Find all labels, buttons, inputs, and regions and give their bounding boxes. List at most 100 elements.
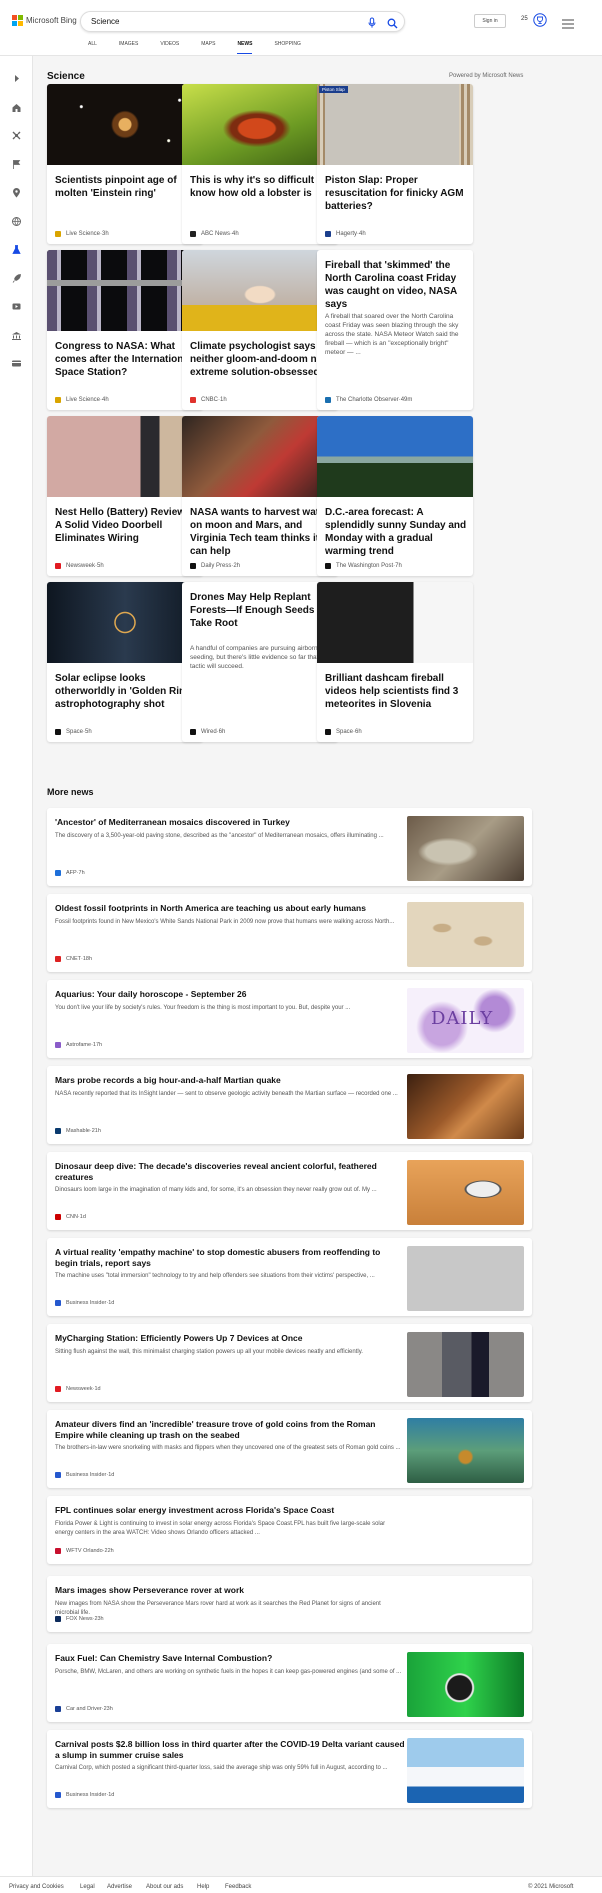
news-list-image[interactable] [407,816,524,881]
news-list-title[interactable]: Aquarius: Your daily horoscope - Septemb… [55,989,405,1000]
news-card-title[interactable]: Brilliant dashcam fireball videos help s… [325,672,467,711]
news-card-source[interactable]: Space · 6h [325,729,362,735]
news-card-title[interactable]: Drones May Help Replant Forests—If Enoug… [190,591,332,630]
footer-link[interactable]: Advertise [107,1884,132,1890]
news-card-image[interactable] [317,84,473,165]
news-list-source[interactable]: Astrofame · 17h [55,1042,102,1048]
chevron-right-icon[interactable] [11,71,22,82]
bank-icon[interactable] [11,328,22,340]
news-list-source[interactable]: CNN · 1d [55,1214,86,1220]
news-list-source[interactable]: WFTV Orlando · 22h [55,1548,114,1554]
news-list-source[interactable]: AFP · 7h [55,870,85,876]
news-card[interactable]: Solar eclipse looks otherworldly in 'Gol… [47,582,203,742]
tab-news[interactable]: NEWS [237,41,253,54]
news-list-item[interactable]: 'Ancestor' of Mediterranean mosaics disc… [47,808,532,886]
news-card-title[interactable]: D.C.-area forecast: A splendidly sunny S… [325,506,467,558]
news-card-title[interactable]: Nest Hello (Battery) Review: A Solid Vid… [55,506,197,545]
news-card-image[interactable] [317,582,473,663]
news-list-title[interactable]: 'Ancestor' of Mediterranean mosaics disc… [55,817,405,828]
news-card-title[interactable]: Climate psychologist says neither gloom-… [190,340,332,379]
news-card-title[interactable]: NASA wants to harvest water on moon and … [190,506,332,558]
news-list-image[interactable] [407,1160,524,1225]
news-card[interactable]: Climate psychologist says neither gloom-… [182,250,338,410]
footer-link[interactable]: Help [197,1884,209,1890]
news-card-source[interactable]: The Charlotte Observer · 49m [325,397,412,403]
news-list-image[interactable] [407,1246,524,1311]
news-card-title[interactable]: This is why it's so difficult to know ho… [190,174,332,200]
news-card[interactable]: This is why it's so difficult to know ho… [182,84,338,244]
news-card-source[interactable]: Newsweek · 5h [55,563,104,569]
rewards-trophy-icon[interactable] [533,13,547,32]
news-list-title[interactable]: Amateur divers find an 'incredible' trea… [55,1419,405,1441]
news-list-source[interactable]: CNET · 18h [55,956,92,962]
news-card[interactable]: Scientists pinpoint age of molten 'Einst… [47,84,203,244]
news-card[interactable]: Nest Hello (Battery) Review: A Solid Vid… [47,416,203,576]
news-card-source[interactable]: Wired · 6h [190,729,225,735]
footer-link[interactable]: About our ads [146,1884,183,1890]
news-card[interactable]: Congress to NASA: What comes after the I… [47,250,203,410]
news-list-title[interactable]: Oldest fossil footprints in North Americ… [55,903,405,914]
news-card-image[interactable] [317,416,473,497]
news-list-source[interactable]: Business Insider · 1d [55,1300,114,1306]
footer-link[interactable]: Privacy and Cookies [9,1884,64,1890]
news-card-image[interactable] [47,84,203,165]
news-list-title[interactable]: Faux Fuel: Can Chemistry Save Internal C… [55,1653,405,1664]
news-list-source[interactable]: Business Insider · 1d [55,1792,114,1798]
news-card[interactable]: Fireball that 'skimmed' the North Caroli… [317,250,473,410]
news-list-title[interactable]: FPL continues solar energy investment ac… [55,1505,405,1516]
news-list-title[interactable]: Mars probe records a big hour-and-a-half… [55,1075,405,1086]
news-card[interactable]: D.C.-area forecast: A splendidly sunny S… [317,416,473,576]
news-list-item[interactable]: MyCharging Station: Efficiently Powers U… [47,1324,532,1402]
microphone-icon[interactable] [367,16,377,34]
news-list-title[interactable]: Dinosaur deep dive: The decade's discove… [55,1161,405,1183]
news-list-image[interactable] [407,1652,524,1717]
search-box[interactable]: Science [80,11,405,32]
news-card-image[interactable] [47,250,203,331]
news-card-source[interactable]: Hagerty · 4h [325,231,366,237]
news-list-source[interactable]: Newsweek · 1d [55,1386,101,1392]
bing-logo[interactable]: Microsoft Bing [12,15,77,26]
news-card-source[interactable]: CNBC · 1h [190,397,227,403]
news-list-item[interactable]: Oldest fossil footprints in North Americ… [47,894,532,972]
news-card-image[interactable] [47,416,203,497]
footer-link[interactable]: Feedback [225,1884,251,1890]
news-list-item[interactable]: Aquarius: Your daily horoscope - Septemb… [47,980,532,1058]
satellite-icon[interactable] [11,128,22,140]
news-list-image[interactable]: DAILY [407,988,524,1053]
tab-images[interactable]: IMAGES [119,41,138,54]
globe-icon[interactable] [11,214,22,226]
news-card-title[interactable]: Scientists pinpoint age of molten 'Einst… [55,174,197,200]
video-icon[interactable] [11,299,22,310]
flask-icon[interactable] [11,242,22,254]
rewards-points[interactable]: 25 [521,16,528,22]
sign-in-button[interactable]: Sign in [474,14,506,28]
news-card-source[interactable]: The Washington Post · 7h [325,563,402,569]
news-list-source[interactable]: Business Insider · 1d [55,1472,114,1478]
news-list-item[interactable]: Carnival posts $2.8 billion loss in thir… [47,1730,532,1808]
news-list-source[interactable]: Car and Driver · 23h [55,1706,113,1712]
card-icon[interactable] [11,356,22,367]
home-icon[interactable] [11,100,22,112]
rocket-icon[interactable] [11,271,22,283]
news-card-image[interactable] [182,84,338,165]
flag-icon[interactable] [11,157,22,169]
news-list-title[interactable]: Carnival posts $2.8 billion loss in thir… [55,1739,405,1761]
news-list-image[interactable] [407,902,524,967]
news-list-item[interactable]: Mars images show Perseverance rover at w… [47,1576,532,1632]
news-list-title[interactable]: MyCharging Station: Efficiently Powers U… [55,1333,405,1344]
news-list-image[interactable] [407,1738,524,1803]
news-card-image[interactable] [182,416,338,497]
news-list-item[interactable]: A virtual reality 'empathy machine' to s… [47,1238,532,1316]
news-list-title[interactable]: Mars images show Perseverance rover at w… [55,1585,405,1596]
tab-videos[interactable]: VIDEOS [160,41,179,54]
hamburger-menu-icon[interactable] [562,16,574,34]
news-list-title[interactable]: A virtual reality 'empathy machine' to s… [55,1247,405,1269]
news-card-source[interactable]: Live Science · 3h [55,231,109,237]
news-card-source[interactable]: ABC News · 4h [190,231,239,237]
news-list-item[interactable]: FPL continues solar energy investment ac… [47,1496,532,1564]
news-list-item[interactable]: Mars probe records a big hour-and-a-half… [47,1066,532,1144]
news-card[interactable]: Piston Slap Piston Slap: Proper resuscita… [317,84,473,244]
news-list-source[interactable]: Mashable · 21h [55,1128,101,1134]
news-card[interactable]: Brilliant dashcam fireball videos help s… [317,582,473,742]
news-card-title[interactable]: Fireball that 'skimmed' the North Caroli… [325,259,467,311]
